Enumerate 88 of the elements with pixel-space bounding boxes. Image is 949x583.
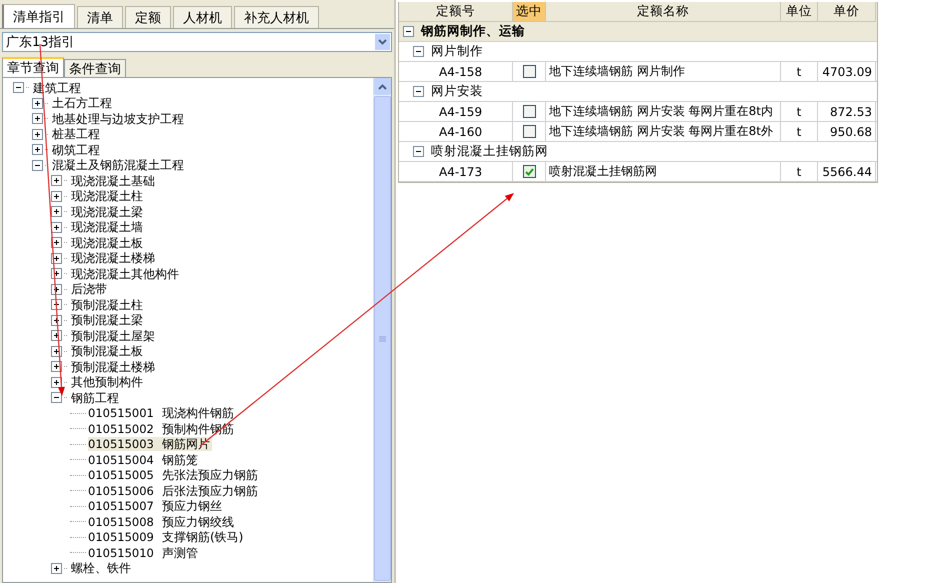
collapse-icon[interactable] — [32, 160, 43, 171]
tree-item[interactable]: 其他预制构件 — [69, 375, 145, 390]
table-cell: t — [796, 124, 802, 138]
tree-item[interactable]: 010515002 预制构件钢筋 — [88, 422, 236, 436]
scroll-up-button[interactable] — [374, 78, 391, 95]
tree-item[interactable]: 现浇混凝土基础 — [69, 174, 157, 188]
expand-icon[interactable] — [32, 144, 43, 156]
table-cell: 950.68 — [830, 124, 872, 138]
tree-item[interactable]: 预制混凝土板 — [69, 344, 145, 358]
table-cell: 4703.09 — [822, 64, 872, 78]
tree-item[interactable]: 现浇混凝土其他构件 — [69, 266, 181, 281]
tree-item[interactable]: 地基处理与边坡支护工程 — [50, 112, 186, 126]
tree-item[interactable]: 010515004 钢筋笼 — [88, 452, 200, 467]
table-cell: 地下连续墙钢筋 网片制作 — [549, 63, 685, 80]
tree-item[interactable]: 后浇带 — [69, 282, 109, 296]
tree-item[interactable]: 010515009 支撑钢筋(铁马) — [88, 530, 246, 544]
expand-icon[interactable] — [32, 113, 43, 124]
collapse-icon[interactable] — [403, 26, 414, 37]
tree-item[interactable]: 预制混凝土屋架 — [69, 328, 157, 343]
collapse-icon[interactable] — [13, 82, 24, 94]
scrollbar-thumb[interactable] — [374, 96, 391, 581]
table-cell: 地下连续墙钢筋 网片安装 每网片重在8t外 — [549, 123, 773, 140]
table-cell: 872.53 — [830, 104, 872, 118]
expand-icon[interactable] — [51, 376, 62, 388]
tab[interactable]: 清单指引 — [2, 4, 75, 28]
table-cell: A4-160 — [439, 124, 482, 138]
tree-item[interactable]: 现浇混凝土板 — [69, 236, 145, 250]
tree-item[interactable]: 预制混凝土柱 — [69, 298, 145, 312]
group-title: 喷射混凝土挂钢筋网 — [431, 143, 548, 160]
collapse-icon[interactable] — [413, 86, 424, 97]
expand-icon[interactable] — [51, 175, 62, 186]
table-cell: A4-158 — [439, 64, 482, 78]
collapse-icon[interactable] — [413, 46, 424, 57]
tree-item[interactable]: 现浇混凝土楼梯 — [69, 251, 157, 266]
table-cell: A4-159 — [439, 104, 482, 118]
tree-item[interactable]: 土石方工程 — [50, 96, 114, 110]
column-header[interactable]: 定额名称 — [546, 2, 781, 22]
tree-item[interactable]: 010515005 先张法预应力钢筋 — [88, 468, 260, 482]
column-header[interactable]: 单价 — [818, 2, 876, 22]
tab[interactable]: 清单 — [77, 6, 123, 28]
table-cell: t — [796, 104, 802, 118]
tab[interactable]: 定额 — [125, 6, 171, 28]
tree-item[interactable]: 螺栓、铁件 — [69, 561, 133, 576]
expand-icon[interactable] — [51, 562, 62, 574]
tree-item[interactable]: 010515007 预应力钢丝 — [88, 499, 224, 514]
tab[interactable]: 条件查询 — [64, 59, 126, 77]
group-title: 网片制作 — [431, 43, 483, 60]
tab[interactable]: 补充人材机 — [234, 6, 319, 28]
tree-item[interactable]: 砌筑工程 — [50, 142, 102, 157]
select-checkbox[interactable] — [522, 165, 536, 178]
dropdown-icon — [378, 39, 387, 45]
column-header[interactable]: 选中 — [513, 2, 546, 22]
select-checkbox[interactable] — [522, 125, 536, 138]
tree-item[interactable]: 现浇混凝土柱 — [69, 189, 145, 204]
tab[interactable]: 人材机 — [173, 6, 232, 28]
group-title: 钢筋网制作、运输 — [421, 23, 525, 40]
tree-item[interactable]: 现浇混凝土梁 — [69, 204, 145, 219]
tree-item[interactable]: 010515010 声测管 — [88, 546, 200, 560]
expand-icon[interactable] — [32, 98, 43, 109]
tree-item[interactable]: 预制混凝土楼梯 — [69, 360, 157, 374]
guide-dropdown[interactable]: 广东13指引 — [2, 32, 392, 52]
tree-item[interactable]: 现浇混凝土墙 — [69, 220, 145, 234]
expand-icon[interactable] — [51, 222, 62, 233]
select-checkbox[interactable] — [522, 65, 536, 78]
tree-item[interactable]: 钢筋工程 — [69, 390, 121, 405]
table-cell: t — [796, 64, 802, 78]
expand-icon[interactable] — [51, 190, 62, 202]
tree-item[interactable]: 混凝土及钢筋混凝土工程 — [50, 158, 186, 172]
expand-icon[interactable] — [51, 206, 62, 218]
column-header[interactable]: 定额号 — [399, 2, 513, 22]
group-title: 网片安装 — [431, 83, 483, 100]
tree-item[interactable]: 010515001 现浇构件钢筋 — [88, 406, 236, 420]
select-checkbox[interactable] — [522, 105, 536, 118]
tree-item[interactable]: 桩基工程 — [50, 127, 102, 142]
tree-item[interactable]: 预制混凝土梁 — [69, 313, 145, 328]
tree-item[interactable]: 010515006 后张法预应力钢筋 — [88, 484, 260, 498]
column-header[interactable]: 单位 — [781, 2, 818, 22]
table-cell: 5566.44 — [822, 164, 872, 178]
caret-icon — [378, 84, 387, 90]
table-cell: 喷射混凝土挂钢筋网 — [549, 163, 657, 180]
table-cell: t — [796, 164, 802, 178]
tree-item[interactable]: 010515008 预应力钢绞线 — [88, 514, 236, 529]
expand-icon[interactable] — [32, 128, 43, 140]
collapse-icon[interactable] — [413, 146, 424, 157]
collapse-icon[interactable] — [51, 392, 62, 404]
table-cell: A4-173 — [439, 164, 482, 178]
grip-icon — [379, 336, 386, 342]
table-cell: 地下连续墙钢筋 网片安装 每网片重在8t内 — [549, 103, 773, 120]
